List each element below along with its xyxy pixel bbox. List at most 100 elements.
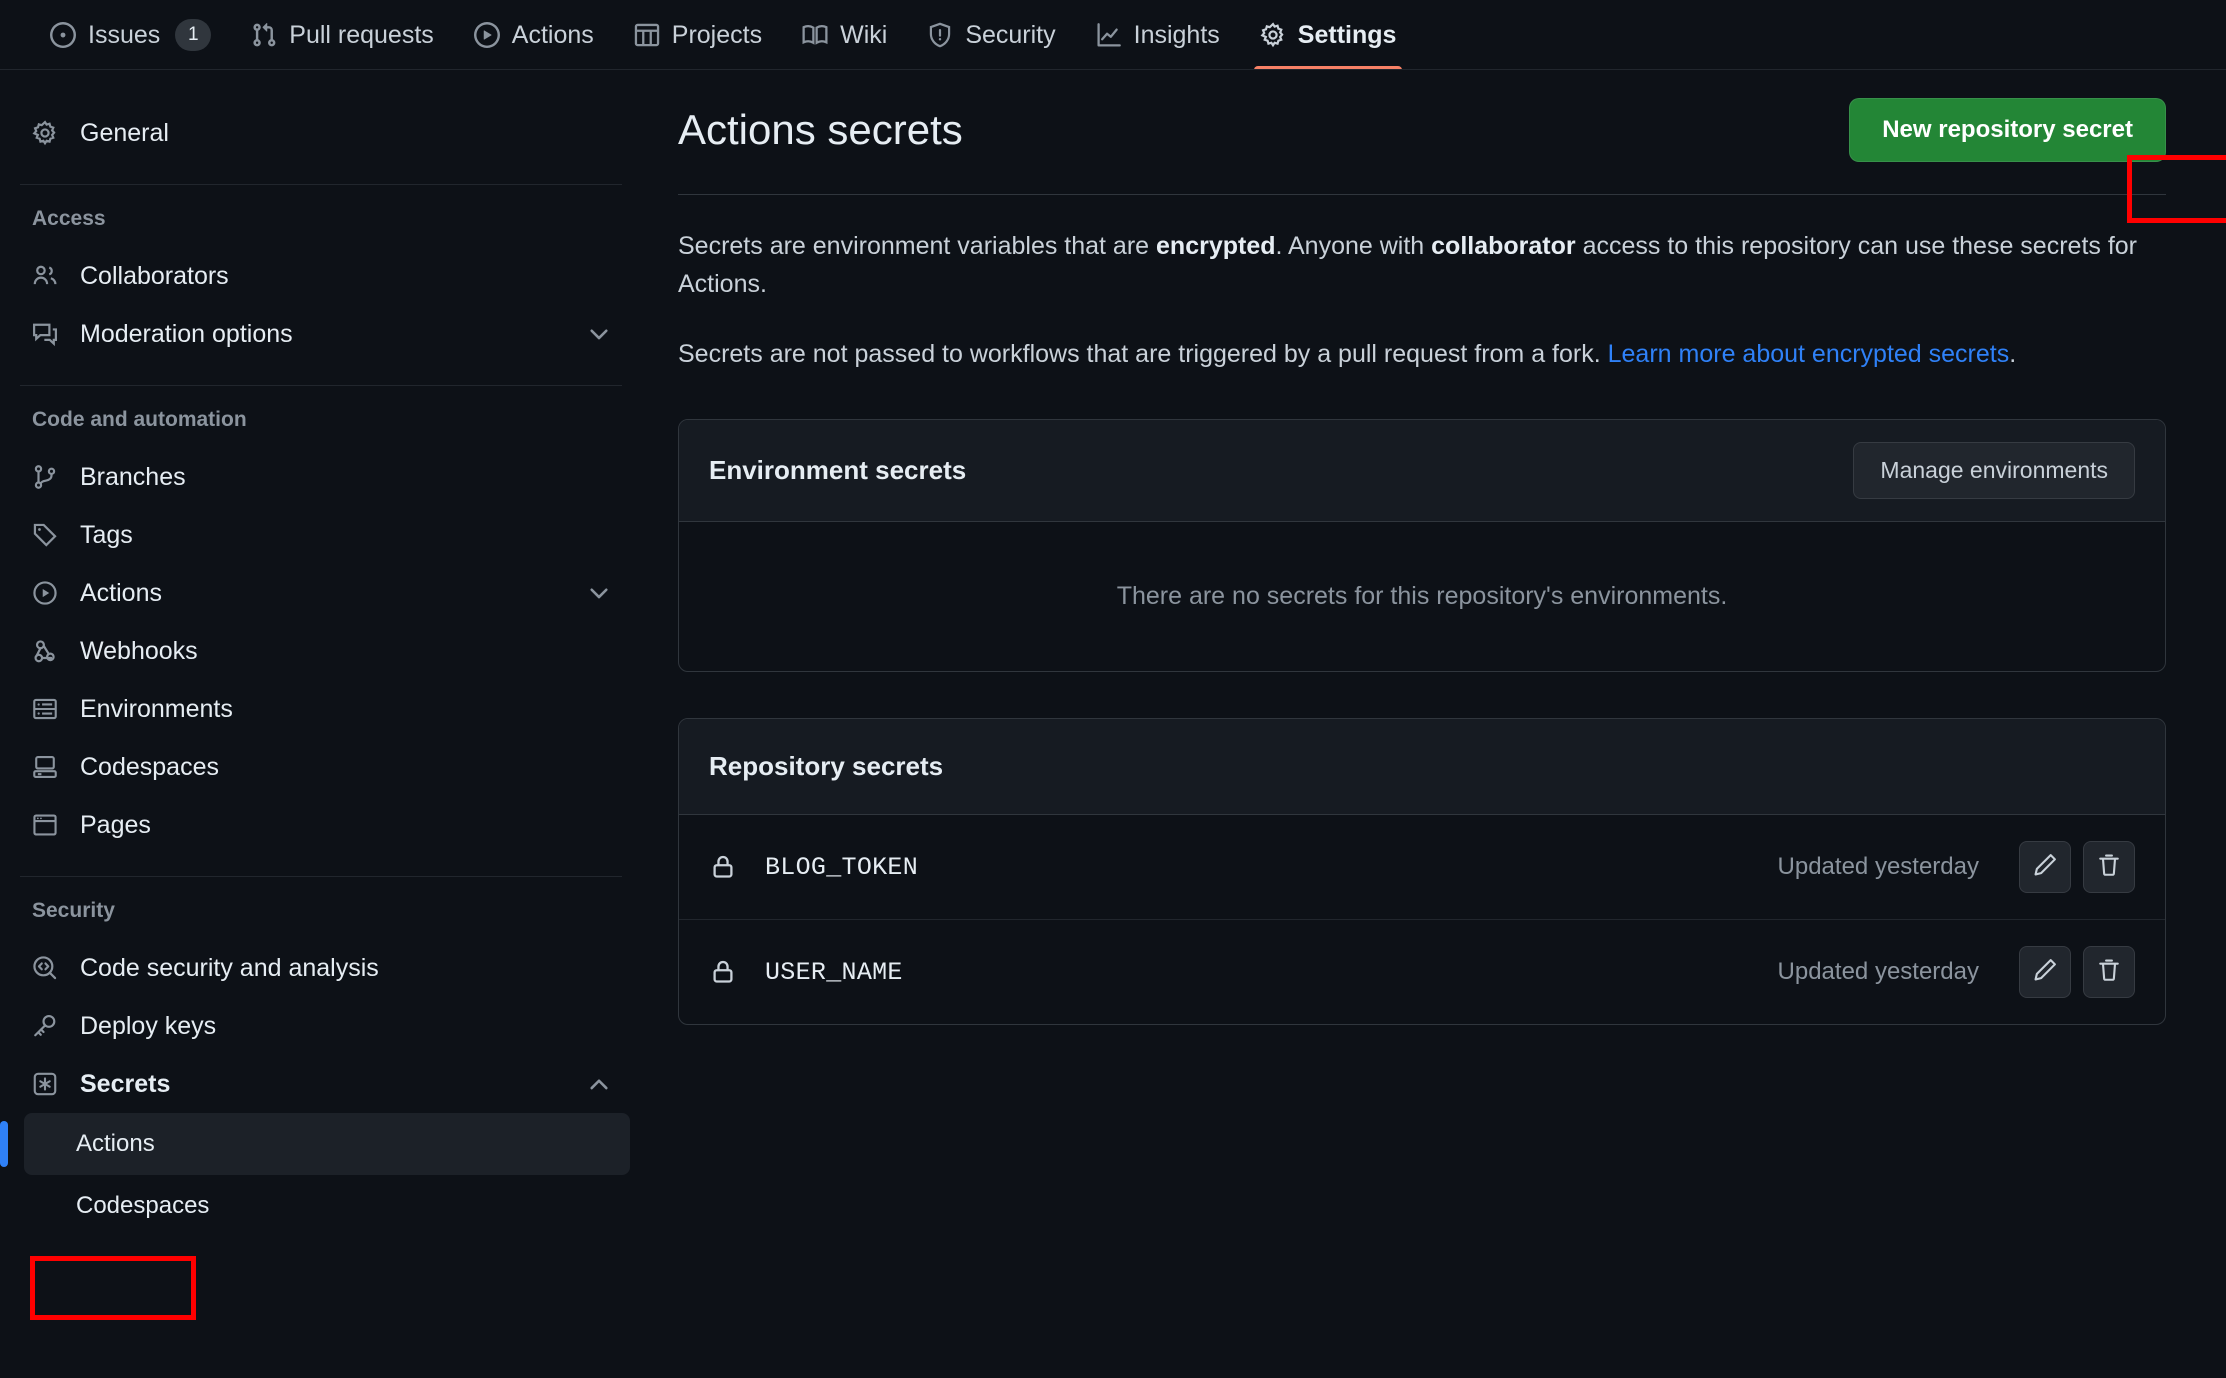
sidebar-item-webhooks[interactable]: Webhooks xyxy=(10,622,630,680)
sidebar-item-label: Webhooks xyxy=(80,636,198,665)
repository-secrets-header: Repository secrets xyxy=(679,719,2165,815)
chevron-down-icon[interactable] xyxy=(586,580,612,606)
desc-bold-collaborator: collaborator xyxy=(1431,232,1576,260)
sidebar-divider xyxy=(20,385,622,386)
tab-pull-requests[interactable]: Pull requests xyxy=(231,0,454,70)
trash-icon xyxy=(2096,957,2122,988)
tab-label: Settings xyxy=(1297,20,1397,49)
sidebar-item-label: General xyxy=(80,118,169,147)
desc-bold-encrypted: encrypted xyxy=(1156,232,1276,260)
edit-secret-button[interactable] xyxy=(2019,946,2071,998)
sidebar-item-general[interactable]: General xyxy=(10,104,630,162)
sidebar-item-tags[interactable]: Tags xyxy=(10,506,630,564)
sidebar-item-label: Codespaces xyxy=(80,752,219,781)
secret-name: USER_NAME xyxy=(765,957,903,987)
tab-insights[interactable]: Insights xyxy=(1076,0,1240,70)
fork-note-suffix: . xyxy=(2009,340,2017,368)
tag-icon xyxy=(32,522,58,548)
sidebar-item-label: Code security and analysis xyxy=(80,953,379,982)
desc-part-1: Secrets are environment variables that a… xyxy=(678,232,1157,260)
environment-secrets-title: Environment secrets xyxy=(709,455,967,485)
settings-sidebar: General Access Collaborators Moderation … xyxy=(0,70,660,1378)
sidebar-item-secrets-codespaces[interactable]: Codespaces xyxy=(24,1175,630,1237)
sidebar-item-environments[interactable]: Environments xyxy=(10,680,630,738)
page-title: Actions secrets xyxy=(678,106,963,153)
git-branch-icon xyxy=(32,464,58,490)
sidebar-group-title-security: Security xyxy=(32,899,115,922)
comment-icon xyxy=(32,321,58,347)
sidebar-item-label: Environments xyxy=(80,694,233,723)
tab-issues[interactable]: Issues 1 xyxy=(30,0,231,70)
sidebar-sub-item-label: Actions xyxy=(76,1130,155,1157)
tab-label: Security xyxy=(965,20,1056,49)
sidebar-item-secrets-actions[interactable]: Actions xyxy=(0,1113,630,1175)
repository-secrets-card: Repository secrets BLOG_TOKEN Updated ye… xyxy=(678,718,2166,1025)
gear-icon xyxy=(32,120,58,146)
delete-secret-button[interactable] xyxy=(2083,841,2135,893)
edit-secret-button[interactable] xyxy=(2019,841,2071,893)
environment-secrets-header: Environment secrets Manage environments xyxy=(679,420,2165,522)
codescan-icon xyxy=(32,955,58,981)
sidebar-item-secrets[interactable]: Secrets xyxy=(10,1055,630,1113)
fork-note-text: Secrets are not passed to workflows that… xyxy=(678,340,1608,368)
tab-wiki[interactable]: Wiki xyxy=(782,0,907,70)
book-icon xyxy=(802,22,828,48)
pencil-icon xyxy=(2032,957,2058,988)
main-content: Actions secrets New repository secret Se… xyxy=(660,70,2226,1378)
secrets-description-paragraph: Secrets are environment variables that a… xyxy=(678,227,2166,303)
delete-secret-button[interactable] xyxy=(2083,946,2135,998)
sidebar-item-pages[interactable]: Pages xyxy=(10,796,630,854)
sidebar-divider xyxy=(20,184,622,185)
tab-security[interactable]: Security xyxy=(907,0,1075,70)
play-icon xyxy=(473,22,500,48)
active-indicator-bar xyxy=(0,1121,8,1167)
sidebar-actions-highlight xyxy=(30,1256,196,1320)
sidebar-item-codespaces[interactable]: Codespaces xyxy=(10,738,630,796)
table-row: USER_NAME Updated yesterday xyxy=(679,920,2165,1024)
desc-part-2: . Anyone with xyxy=(1275,232,1432,260)
sidebar-item-deploy-keys[interactable]: Deploy keys xyxy=(10,997,630,1055)
issue-opened-icon xyxy=(50,22,76,48)
chevron-down-icon[interactable] xyxy=(586,321,612,347)
browser-icon xyxy=(32,812,58,838)
tab-projects[interactable]: Projects xyxy=(614,0,782,70)
repo-nav: Issues 1 Pull requests Actions Projects … xyxy=(0,0,2226,70)
tab-label: Insights xyxy=(1133,20,1220,49)
environment-secrets-empty-message: There are no secrets for this repository… xyxy=(1116,582,1728,610)
sidebar-item-label: Branches xyxy=(80,462,186,491)
table-icon xyxy=(634,22,660,48)
lock-icon xyxy=(709,853,737,881)
sidebar-sub-item-label: Codespaces xyxy=(76,1192,210,1219)
graph-icon xyxy=(1096,22,1122,48)
people-icon xyxy=(32,263,58,289)
tab-actions[interactable]: Actions xyxy=(454,0,614,70)
manage-environments-button[interactable]: Manage environments xyxy=(1853,442,2135,499)
shield-icon xyxy=(927,22,953,48)
issues-counter: 1 xyxy=(175,19,212,51)
sidebar-item-collaborators[interactable]: Collaborators xyxy=(10,247,630,305)
tab-label: Actions xyxy=(511,20,594,49)
play-icon xyxy=(32,580,58,606)
lock-icon xyxy=(709,958,737,986)
repository-secrets-title: Repository secrets xyxy=(709,751,944,781)
sidebar-item-moderation-options[interactable]: Moderation options xyxy=(10,305,630,363)
tab-label: Issues xyxy=(88,20,161,49)
pencil-icon xyxy=(2032,852,2058,883)
sidebar-item-label: Moderation options xyxy=(80,319,293,348)
sidebar-item-label: Deploy keys xyxy=(80,1011,217,1040)
chevron-up-icon[interactable] xyxy=(586,1071,612,1097)
sidebar-item-label: Tags xyxy=(80,520,133,549)
learn-more-encrypted-secrets-link[interactable]: Learn more about encrypted secrets xyxy=(1608,340,2010,368)
sidebar-item-actions[interactable]: Actions xyxy=(10,564,630,622)
sidebar-item-label: Actions xyxy=(80,578,162,607)
tab-settings[interactable]: Settings xyxy=(1240,0,1417,70)
trash-icon xyxy=(2096,852,2122,883)
codespaces-icon xyxy=(32,754,58,780)
new-repository-secret-button[interactable]: New repository secret xyxy=(1849,98,2166,162)
sidebar-item-branches[interactable]: Branches xyxy=(10,448,630,506)
sidebar-item-label: Collaborators xyxy=(80,261,229,290)
environment-secrets-card: Environment secrets Manage environments … xyxy=(678,419,2166,672)
sidebar-item-code-security-and-analysis[interactable]: Code security and analysis xyxy=(10,939,630,997)
gear-icon xyxy=(1260,22,1286,48)
secret-name: BLOG_TOKEN xyxy=(765,852,919,882)
